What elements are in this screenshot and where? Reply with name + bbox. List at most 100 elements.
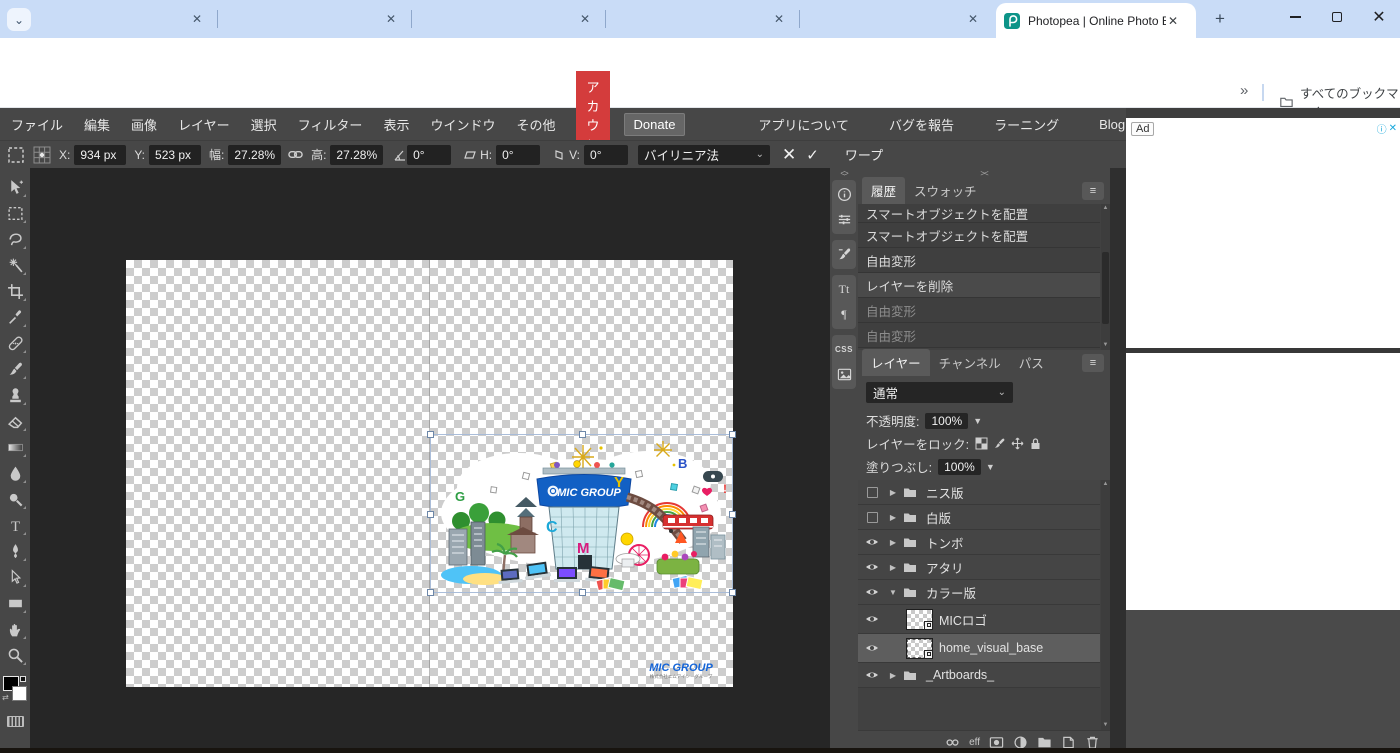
close-icon[interactable]: ✕ [580,12,590,26]
menu-learn[interactable]: ラーニング [994,115,1059,134]
reference-point-icon[interactable] [33,146,51,164]
history-item[interactable]: スマートオブジェクトを配置 [858,204,1100,223]
expander-icon[interactable]: ▶ [886,538,900,547]
history-item[interactable]: スマートオブジェクトを配置 [858,223,1100,248]
ad-frame[interactable] [1126,353,1400,610]
layers-menu-button[interactable]: ≡ [1082,354,1104,372]
tab-channels[interactable]: チャンネル [930,349,1010,376]
layer-row-mic-logo[interactable]: MICロゴ [858,605,1100,634]
hand-tool[interactable] [1,616,29,642]
lock-pixels-icon[interactable] [993,437,1006,450]
scroll-up-icon[interactable]: ▲ [1101,480,1110,489]
visibility-toggle[interactable] [858,562,886,572]
shape-tool[interactable] [1,590,29,616]
ad-frame[interactable]: Ad ⓘ ✕ [1126,118,1400,348]
menu-more[interactable]: その他 [516,115,555,134]
color-swatches[interactable]: ⇄ [0,674,30,708]
brush-tool[interactable] [1,356,29,382]
background-color[interactable] [12,686,27,701]
x-input[interactable]: 934 px [74,145,126,165]
fill-input[interactable]: 100% [938,459,981,475]
expander-icon[interactable]: ▶ [886,671,900,680]
visibility-toggle[interactable] [858,643,886,653]
type-tool[interactable]: T [1,512,29,538]
info-panel-button[interactable] [832,182,856,207]
new-tab-button[interactable]: + [1208,7,1232,31]
close-icon[interactable]: ✕ [1168,14,1178,28]
move-tool[interactable] [1,174,29,200]
zoom-tool[interactable] [1,642,29,668]
ad-close-icon[interactable]: ✕ [1389,123,1397,134]
scroll-up-icon[interactable]: ▲ [1101,204,1110,213]
opacity-input[interactable]: 100% [925,413,968,429]
marquee-tool[interactable] [1,200,29,226]
expander-icon[interactable]: ▶ [886,563,900,572]
lock-position-icon[interactable] [1011,437,1024,450]
layer-row-nisuban[interactable]: ▶ ニス版 [858,480,1100,505]
menu-image[interactable]: 画像 [131,115,157,134]
visibility-toggle[interactable] [858,670,886,680]
cancel-transform-button[interactable]: ✕ [782,145,796,165]
dodge-tool[interactable] [1,486,29,512]
lock-all-icon[interactable] [1029,437,1042,450]
menu-edit[interactable]: 編集 [84,115,110,134]
properties-panel-button[interactable] [832,207,856,232]
menu-file[interactable]: ファイル [11,115,63,134]
lock-transparency-icon[interactable] [975,437,988,450]
height-input[interactable]: 27.28% [330,145,383,165]
menu-select[interactable]: 選択 [251,115,277,134]
fill-dropdown-icon[interactable]: ▼ [986,462,995,472]
eyedropper-tool[interactable] [1,304,29,330]
menu-report-bug[interactable]: バグを報告 [889,115,954,134]
y-input[interactable]: 523 px [149,145,201,165]
close-icon[interactable]: ✕ [192,12,202,26]
menu-layer[interactable]: レイヤー [178,115,230,134]
browser-tab[interactable]: ✕ [606,0,798,38]
layer-row-home-visual-base[interactable]: home_visual_base [858,634,1100,663]
warp-button[interactable]: ワープ [845,145,883,164]
browser-tab[interactable]: ✕ [412,0,604,38]
tab-layers[interactable]: レイヤー [862,349,930,376]
width-input[interactable]: 27.28% [228,145,281,165]
brush-panel-button[interactable] [832,242,856,267]
canvas-area[interactable]: MIC GROUP [30,168,830,753]
layer-row-atari[interactable]: ▶ アタリ [858,555,1100,580]
skew-v-input[interactable]: 0° [584,145,628,165]
character-panel-button[interactable]: Tt [832,277,856,302]
expander-icon[interactable]: ▶ [886,488,900,497]
magic-wand-tool[interactable] [1,252,29,278]
lasso-tool[interactable] [1,226,29,252]
expander-icon-open[interactable]: ▼ [886,588,900,597]
opacity-dropdown-icon[interactable]: ▼ [973,416,982,426]
visibility-toggle[interactable] [858,614,886,624]
tab-paths[interactable]: パス [1010,349,1053,376]
document-canvas[interactable]: MIC GROUP [126,260,733,687]
donate-button[interactable]: Donate [624,113,686,136]
layers-scrollbar[interactable]: ▲ ▼ [1101,480,1110,730]
keyboard-icon[interactable] [7,716,24,727]
history-item[interactable]: 自由変形 [858,248,1100,273]
close-icon[interactable]: ✕ [774,12,784,26]
layer-row-tombo[interactable]: ▶ トンボ [858,530,1100,555]
default-colors-icon[interactable] [20,676,26,682]
scrollbar-thumb[interactable] [1102,252,1109,324]
confirm-transform-button[interactable]: ✓ [806,146,819,164]
expander-icon[interactable]: ▶ [886,513,900,522]
window-close-button[interactable]: ✕ [1358,0,1400,34]
visibility-toggle[interactable] [858,587,886,597]
history-menu-button[interactable]: ≡ [1082,182,1104,200]
visibility-toggle[interactable] [858,512,886,523]
eraser-tool[interactable] [1,408,29,434]
tab-swatches[interactable]: スウォッチ [905,177,986,204]
window-maximize-button[interactable] [1316,0,1358,34]
ad-info-icon[interactable]: ⓘ [1377,121,1387,136]
layer-row-shiroban[interactable]: ▶ 白版 [858,505,1100,530]
gradient-tool[interactable] [1,434,29,460]
history-item-undone[interactable]: 自由変形 [858,298,1100,323]
interpolation-select[interactable]: バイリニア法 ⌄ [638,145,770,165]
scroll-down-icon[interactable]: ▼ [1101,341,1110,350]
bookmarks-overflow-button[interactable]: » [1240,82,1248,99]
clone-stamp-tool[interactable] [1,382,29,408]
menu-filter[interactable]: フィルター [298,115,363,134]
tab-search-button[interactable]: ⌄ [7,8,31,31]
